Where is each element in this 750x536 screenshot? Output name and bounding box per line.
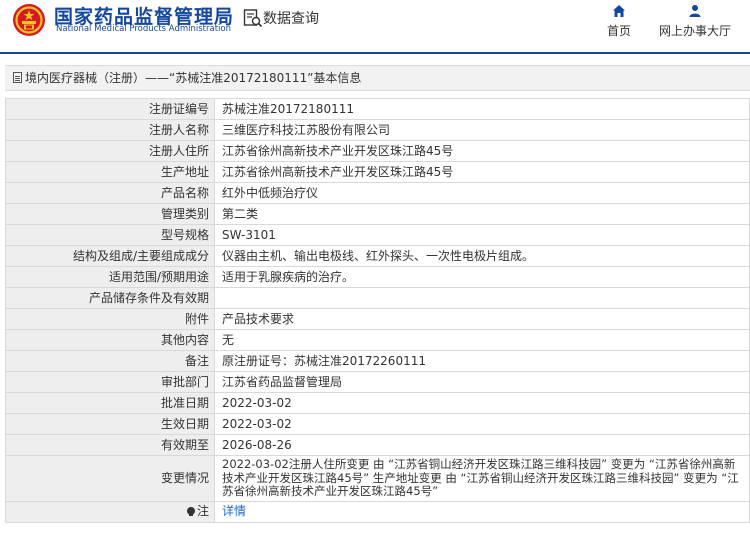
nav-home-label: 首页 xyxy=(606,24,631,38)
breadcrumb-text: 境内医疗器械（注册）——“苏械注准20172180111”基本信息 xyxy=(25,71,362,85)
row-value: 江苏省徐州高新技术产业开发区珠江路45号 xyxy=(214,161,750,183)
row-value: 第二类 xyxy=(214,203,750,225)
row-value: 2022-03-02 xyxy=(214,413,750,435)
table-row: 生效日期 2022-03-02 xyxy=(5,413,750,435)
row-label: 备注 xyxy=(5,350,215,372)
row-label: 注册人住所 xyxy=(5,140,215,162)
site-header: 国家药品监督管理局 National Medical Products Admi… xyxy=(0,0,750,52)
table-row: 结构及组成/主要组成成分 仪器由主机、输出电极线、红外探头、一次性电极片组成。 xyxy=(5,245,750,267)
row-value xyxy=(214,287,750,309)
row-label: 审批部门 xyxy=(5,371,215,393)
row-value: 江苏省药品监督管理局 xyxy=(214,371,750,393)
table-row: 批准日期 2022-03-02 xyxy=(5,392,750,414)
row-label: 其他内容 xyxy=(5,329,215,351)
row-value: 苏械注准20172180111 xyxy=(214,98,750,120)
table-row: 备注 原注册证号：苏械注准20172260111 xyxy=(5,350,750,372)
row-value: 2026-08-26 xyxy=(214,434,750,456)
row-value: 江苏省徐州高新技术产业开发区珠江路45号 xyxy=(214,140,750,162)
details-link[interactable]: 详情 xyxy=(222,504,246,518)
row-label: 产品储存条件及有效期 xyxy=(5,287,215,309)
user-icon xyxy=(689,5,701,17)
table-row: 注册证编号 苏械注准20172180111 xyxy=(5,98,750,120)
row-value: 无 xyxy=(214,329,750,351)
table-row: 变更情况 2022-03-02注册人住所变更 由 “江苏省铜山经济开发区珠江路三维… xyxy=(5,455,750,502)
row-label: 批准日期 xyxy=(5,392,215,414)
table-row: 附件 产品技术要求 xyxy=(5,308,750,330)
row-value: 2022-03-02 xyxy=(214,392,750,414)
row-label: 有效期至 xyxy=(5,434,215,456)
lightbulb-icon xyxy=(186,507,195,516)
row-value: 2022-03-02注册人住所变更 由 “江苏省铜山经济开发区珠江路三维科技园”… xyxy=(214,455,750,502)
detail-table: 注册证编号 苏械注准20172180111 注册人名称 三维医疗科技江苏股份有限公司… xyxy=(5,98,750,523)
note-value-cell: 详情 xyxy=(214,500,750,523)
row-label: 附件 xyxy=(5,308,215,330)
row-value: 产品技术要求 xyxy=(214,308,750,330)
row-value: 原注册证号：苏械注准20172260111 xyxy=(214,350,750,372)
table-row: 有效期至 2026-08-26 xyxy=(5,434,750,456)
table-row: 其他内容无 xyxy=(5,329,750,351)
breadcrumb: 境内医疗器械（注册）——“苏械注准20172180111”基本信息 xyxy=(5,65,750,91)
row-label: 变更情况 xyxy=(5,455,215,502)
table-row: 适用范围/预期用途 适用于乳腺疾病的治疗。 xyxy=(5,266,750,288)
row-label: 注册证编号 xyxy=(5,98,215,120)
table-row-note: 注 详情 xyxy=(5,500,750,523)
row-label: 适用范围/预期用途 xyxy=(5,266,215,288)
nav-online-service-hall-label: 网上办事大厅 xyxy=(658,24,731,38)
note-label: 注 xyxy=(196,504,209,518)
national-emblem-icon xyxy=(13,4,45,36)
nav-home[interactable]: 首页 xyxy=(603,4,635,39)
row-label: 注册人名称 xyxy=(5,119,215,141)
row-label: 生产地址 xyxy=(5,161,215,183)
table-row: 生产地址 江苏省徐州高新技术产业开发区珠江路45号 xyxy=(5,161,750,183)
home-icon xyxy=(613,5,625,17)
site-subtitle: National Medical Products Administration xyxy=(56,24,231,34)
header-divider xyxy=(0,52,750,54)
row-label: 型号规格 xyxy=(5,224,215,246)
nav-online-service-hall[interactable]: 网上办事大厅 xyxy=(655,4,735,39)
row-label: 产品名称 xyxy=(5,182,215,204)
row-label: 结构及组成/主要组成成分 xyxy=(5,245,215,267)
row-value: 适用于乳腺疾病的治疗。 xyxy=(214,266,750,288)
table-row: 产品名称 红外中低频治疗仪 xyxy=(5,182,750,204)
row-value: SW-3101 xyxy=(214,224,750,246)
table-row: 注册人住所 江苏省徐州高新技术产业开发区珠江路45号 xyxy=(5,140,750,162)
data-search-link[interactable]: 数据查询 xyxy=(263,8,319,28)
row-label: 管理类别 xyxy=(5,203,215,225)
row-value: 红外中低频治疗仪 xyxy=(214,182,750,204)
row-label: 生效日期 xyxy=(5,413,215,435)
table-row: 管理类别 第二类 xyxy=(5,203,750,225)
table-row: 型号规格 SW-3101 xyxy=(5,224,750,246)
table-row: 注册人名称 三维医疗科技江苏股份有限公司 xyxy=(5,119,750,141)
document-icon xyxy=(13,72,22,83)
table-row: 产品储存条件及有效期 xyxy=(5,287,750,309)
row-value: 仪器由主机、输出电极线、红外探头、一次性电极片组成。 xyxy=(214,245,750,267)
row-value: 三维医疗科技江苏股份有限公司 xyxy=(214,119,750,141)
note-label-cell: 注 xyxy=(5,500,215,523)
table-row: 审批部门 江苏省药品监督管理局 xyxy=(5,371,750,393)
data-search-icon xyxy=(243,9,263,28)
